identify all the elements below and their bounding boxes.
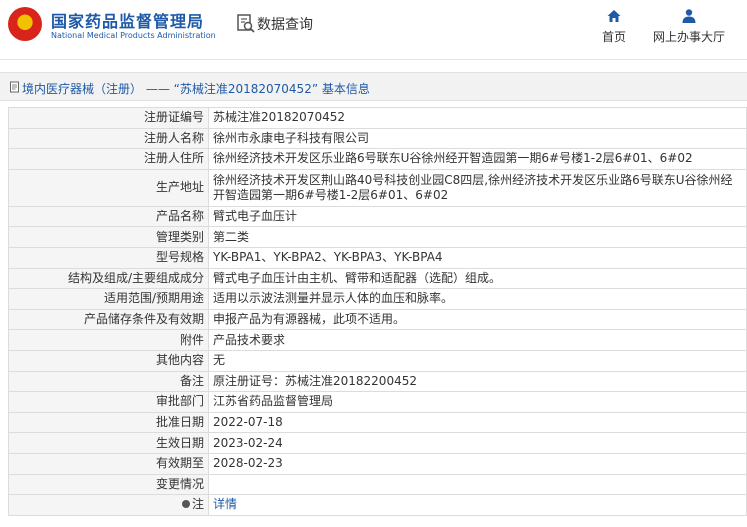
table-row: 管理类别 第二类: [8, 226, 747, 248]
nav-online-service-link[interactable]: 网上办事大厅: [650, 8, 728, 48]
field-label: 备注: [8, 370, 209, 393]
field-label: 结构及组成/主要组成成分: [8, 267, 209, 290]
field-label: 其他内容: [8, 349, 209, 372]
table-row: 结构及组成/主要组成成分 臂式电子血压计由主机、臂带和适配器（选配）组成。: [8, 267, 747, 290]
site-name-english: National Medical Products Administration: [51, 31, 216, 40]
field-label: 注册人名称: [8, 127, 209, 150]
field-value: 徐州经济技术开发区荆山路40号科技创业园C8四层,徐州经济技术开发区乐业路6号联…: [208, 168, 747, 207]
field-value: 2022-07-18: [208, 411, 747, 434]
breadcrumb: 境内医疗器械（注册） —— “苏械注准20182070452” 基本信息: [0, 72, 747, 101]
table-row: 型号规格 YK-BPA1、YK-BPA2、YK-BPA3、YK-BPA4: [8, 246, 747, 269]
field-label: 批准日期: [8, 411, 209, 434]
home-icon: [607, 10, 621, 22]
field-value: 适用以示波法测量并显示人体的血压和脉率。: [208, 288, 747, 310]
field-label: 管理类别: [8, 226, 209, 248]
table-row: 注册人住所 徐州经济技术开发区乐业路6号联东U谷徐州经开智造园第一期6#号楼1-…: [8, 148, 747, 170]
field-label: 有效期至: [8, 452, 209, 475]
field-label: 生效日期: [8, 432, 209, 454]
nav-home-link[interactable]: 首页: [596, 8, 632, 48]
table-row: 适用范围/预期用途 适用以示波法测量并显示人体的血压和脉率。: [8, 288, 747, 310]
field-label: 型号规格: [8, 246, 209, 269]
table-row: 注册证编号 苏械注准20182070452: [8, 107, 747, 129]
breadcrumb-title: 境内医疗器械（注册） —— “苏械注准20182070452” 基本信息: [22, 82, 370, 96]
field-value: YK-BPA1、YK-BPA2、YK-BPA3、YK-BPA4: [208, 246, 747, 269]
field-label: 适用范围/预期用途: [8, 288, 209, 310]
field-label: 产品名称: [8, 205, 209, 228]
note-label-cell: 注: [8, 494, 209, 516]
table-row: 有效期至 2028-02-23: [8, 452, 747, 475]
field-value: 臂式电子血压计由主机、臂带和适配器（选配）组成。: [208, 267, 747, 290]
table-row: 生效日期 2023-02-24: [8, 432, 747, 454]
field-label: 注册证编号: [8, 107, 209, 129]
field-value: 产品技术要求: [208, 329, 747, 351]
field-label: 生产地址: [8, 168, 209, 207]
document-icon: [10, 81, 19, 93]
field-label: 注册人住所: [8, 148, 209, 170]
table-row: 审批部门 江苏省药品监督管理局: [8, 391, 747, 413]
details-link[interactable]: 详情: [213, 497, 237, 511]
table-row: 批准日期 2022-07-18: [8, 411, 747, 434]
table-row: 其他内容 无: [8, 349, 747, 372]
field-label: 审批部门: [8, 391, 209, 413]
table-row: 附件 产品技术要求: [8, 329, 747, 351]
data-query-icon: [237, 14, 255, 33]
table-row: 变更情况: [8, 473, 747, 496]
field-label: 注: [191, 497, 204, 512]
site-name: 国家药品监督管理局: [51, 12, 205, 31]
field-value: 苏械注准20182070452: [208, 107, 747, 129]
field-label: 产品储存条件及有效期: [8, 308, 209, 331]
field-value: 申报产品为有源器械，此项不适用。: [208, 308, 747, 331]
table-row: 注 详情: [8, 494, 747, 516]
bullet-icon: [181, 500, 190, 509]
nav-online-service-label: 网上办事大厅: [652, 30, 725, 44]
field-value: 臂式电子血压计: [208, 205, 747, 228]
user-icon: [682, 9, 696, 23]
note-value-cell: 详情: [208, 494, 747, 516]
field-value: 徐州市永康电子科技有限公司: [208, 127, 747, 150]
field-value: 2023-02-24: [208, 432, 747, 454]
table-row: 备注 原注册证号：苏械注准20182200452: [8, 370, 747, 393]
field-value: 2028-02-23: [208, 452, 747, 475]
table-row: 生产地址 徐州经济技术开发区荆山路40号科技创业园C8四层,徐州经济技术开发区乐…: [8, 168, 747, 207]
field-value: 徐州经济技术开发区乐业路6号联东U谷徐州经开智造园第一期6#号楼1-2层6#01…: [208, 148, 747, 170]
site-header: 国家药品监督管理局 National Medical Products Admi…: [0, 0, 747, 60]
field-value: 无: [208, 349, 747, 372]
registration-detail-table: 注册证编号 苏械注准20182070452 注册人名称 徐州市永康电子科技有限公…: [8, 107, 747, 516]
table-row: 注册人名称 徐州市永康电子科技有限公司: [8, 127, 747, 150]
field-value: 江苏省药品监督管理局: [208, 391, 747, 413]
field-label: 附件: [8, 329, 209, 351]
nav-home-label: 首页: [601, 30, 626, 44]
field-label: 变更情况: [8, 473, 209, 496]
data-query-title: 数据查询: [257, 17, 313, 33]
field-value: 第二类: [208, 226, 747, 248]
table-row: 产品储存条件及有效期 申报产品为有源器械，此项不适用。: [8, 308, 747, 331]
field-value: [208, 473, 747, 496]
field-value: 原注册证号：苏械注准20182200452: [208, 370, 747, 393]
national-emblem-logo: [8, 7, 42, 41]
table-row: 产品名称 臂式电子血压计: [8, 205, 747, 228]
